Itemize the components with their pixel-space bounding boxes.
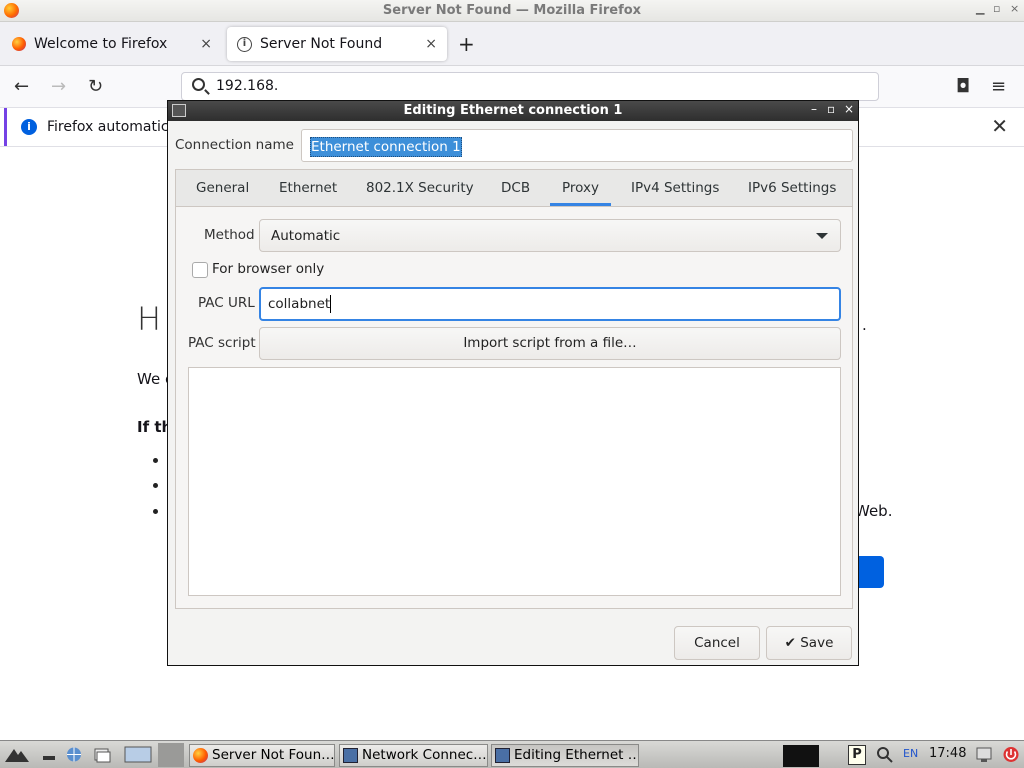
start-menu-icon[interactable] [4, 746, 30, 763]
chevron-down-icon [816, 233, 828, 239]
keyboard-layout-indicator[interactable]: EN [903, 747, 918, 760]
pac-url-input[interactable]: collabnet [259, 287, 841, 321]
close-dialog-button[interactable]: × [844, 102, 854, 116]
pac-url-value: collabnet [268, 296, 331, 312]
method-label: Method [204, 227, 255, 243]
text-caret [330, 295, 331, 313]
browser-only-label[interactable]: For browser only [212, 261, 324, 277]
url-bar[interactable]: 192.168. [181, 72, 879, 101]
info-icon: i [237, 36, 252, 52]
minimize-all-icon[interactable] [40, 746, 58, 763]
settings-notebook: General Ethernet 802.1X Security DCB Pro… [175, 169, 853, 609]
close-window-button[interactable]: × [1010, 2, 1019, 15]
cpu-monitor [783, 745, 819, 767]
error-heading: H [137, 300, 162, 338]
edit-connection-dialog: Editing Ethernet connection 1 – ▫ × Conn… [167, 100, 859, 666]
power-icon[interactable] [1002, 746, 1020, 763]
maximize-window-button[interactable]: ▫ [993, 2, 1000, 15]
tab-label: Server Not Found [260, 36, 383, 52]
bullet [153, 483, 158, 488]
close-tab-icon[interactable]: × [200, 36, 212, 52]
cancel-button[interactable]: Cancel [674, 626, 760, 660]
firefox-icon [193, 748, 208, 763]
active-tab-indicator [550, 203, 611, 206]
network-icon [495, 748, 510, 763]
error-web-text: Web. [855, 502, 893, 520]
tab-dcb[interactable]: DCB [501, 180, 530, 196]
tab-label: Welcome to Firefox [34, 36, 168, 52]
url-text: 192.168. [216, 78, 279, 94]
tab-ethernet[interactable]: Ethernet [279, 180, 337, 196]
task-label: Network Connec… [362, 747, 487, 763]
pac-url-label: PAC URL [198, 295, 255, 311]
new-tab-button[interactable]: + [458, 32, 475, 56]
window-title: Server Not Found — Mozilla Firefox [382, 3, 642, 18]
try-again-button[interactable] [855, 556, 884, 588]
menu-icon[interactable]: ≡ [991, 76, 1006, 97]
tab-general[interactable]: General [196, 180, 249, 196]
task-label: Editing Ethernet … [514, 747, 639, 763]
pager-desktop-2[interactable] [158, 743, 184, 767]
desktop-pager-icon[interactable] [124, 746, 152, 763]
connection-name-value: Ethernet connection 1 [310, 137, 462, 157]
tab-ipv6-settings[interactable]: IPv6 Settings [748, 180, 836, 196]
bullet [153, 458, 158, 463]
lock-screen-icon[interactable] [975, 746, 993, 763]
network-icon [343, 748, 358, 763]
checkmark-icon: ✔ [784, 635, 796, 651]
forward-button[interactable]: → [51, 76, 66, 97]
minimize-dialog-button[interactable]: – [811, 102, 817, 116]
method-value: Automatic [271, 228, 341, 244]
minimize-window-button[interactable]: ▁ [976, 2, 984, 15]
task-label: Server Not Foun… [212, 747, 335, 763]
save-button[interactable]: ✔ Save [766, 626, 852, 660]
dialog-title: Editing Ethernet connection 1 [403, 103, 623, 118]
close-notification-icon[interactable]: ✕ [991, 114, 1008, 138]
back-button[interactable]: ← [14, 76, 29, 97]
dialog-titlebar: Editing Ethernet connection 1 – ▫ × [168, 101, 858, 121]
reload-button[interactable]: ↻ [88, 76, 103, 97]
close-tab-icon[interactable]: × [425, 36, 437, 52]
pac-script-label: PAC script [188, 335, 256, 351]
task-firefox[interactable]: Server Not Foun… [189, 744, 335, 767]
pocket-icon[interactable]: ◘ [956, 76, 970, 97]
save-label: Save [800, 635, 834, 651]
settings-tabs: General Ethernet 802.1X Security DCB Pro… [176, 170, 852, 207]
tab-welcome[interactable]: Welcome to Firefox × [2, 27, 222, 61]
pac-script-textarea[interactable] [188, 367, 841, 596]
tab-ipv4-settings[interactable]: IPv4 Settings [631, 180, 719, 196]
search-tool-icon[interactable] [876, 746, 894, 763]
import-script-button[interactable]: Import script from a file… [259, 327, 841, 360]
parcellite-icon[interactable]: P [848, 745, 866, 765]
firefox-icon [12, 37, 26, 51]
maximize-dialog-button[interactable]: ▫ [827, 102, 835, 116]
notification-text: Firefox automatica [47, 119, 178, 135]
tab-bar: Welcome to Firefox × i Server Not Found … [0, 22, 1024, 66]
taskbar: Server Not Foun… Network Connec… Editing… [0, 740, 1024, 768]
tab-proxy[interactable]: Proxy [562, 180, 599, 196]
bullet [153, 509, 158, 514]
method-dropdown[interactable]: Automatic [259, 219, 841, 252]
info-icon: i [21, 119, 37, 135]
firefox-titlebar: Server Not Found — Mozilla Firefox ▁ ▫ × [0, 0, 1024, 22]
error-dot-text: . [862, 316, 867, 334]
clock[interactable]: 17:48 [929, 746, 966, 761]
tab-8021x-security[interactable]: 802.1X Security [366, 180, 474, 196]
connection-name-input[interactable]: Ethernet connection 1 [301, 129, 853, 162]
network-globe-icon[interactable] [65, 746, 83, 763]
search-icon [192, 78, 205, 91]
browser-only-checkbox[interactable] [192, 262, 208, 278]
task-editing-ethernet[interactable]: Editing Ethernet … [491, 744, 639, 767]
file-manager-icon[interactable] [93, 746, 111, 763]
tab-server-not-found[interactable]: i Server Not Found × [227, 27, 447, 61]
task-network-connections[interactable]: Network Connec… [339, 744, 488, 767]
connection-name-label: Connection name [175, 137, 294, 153]
